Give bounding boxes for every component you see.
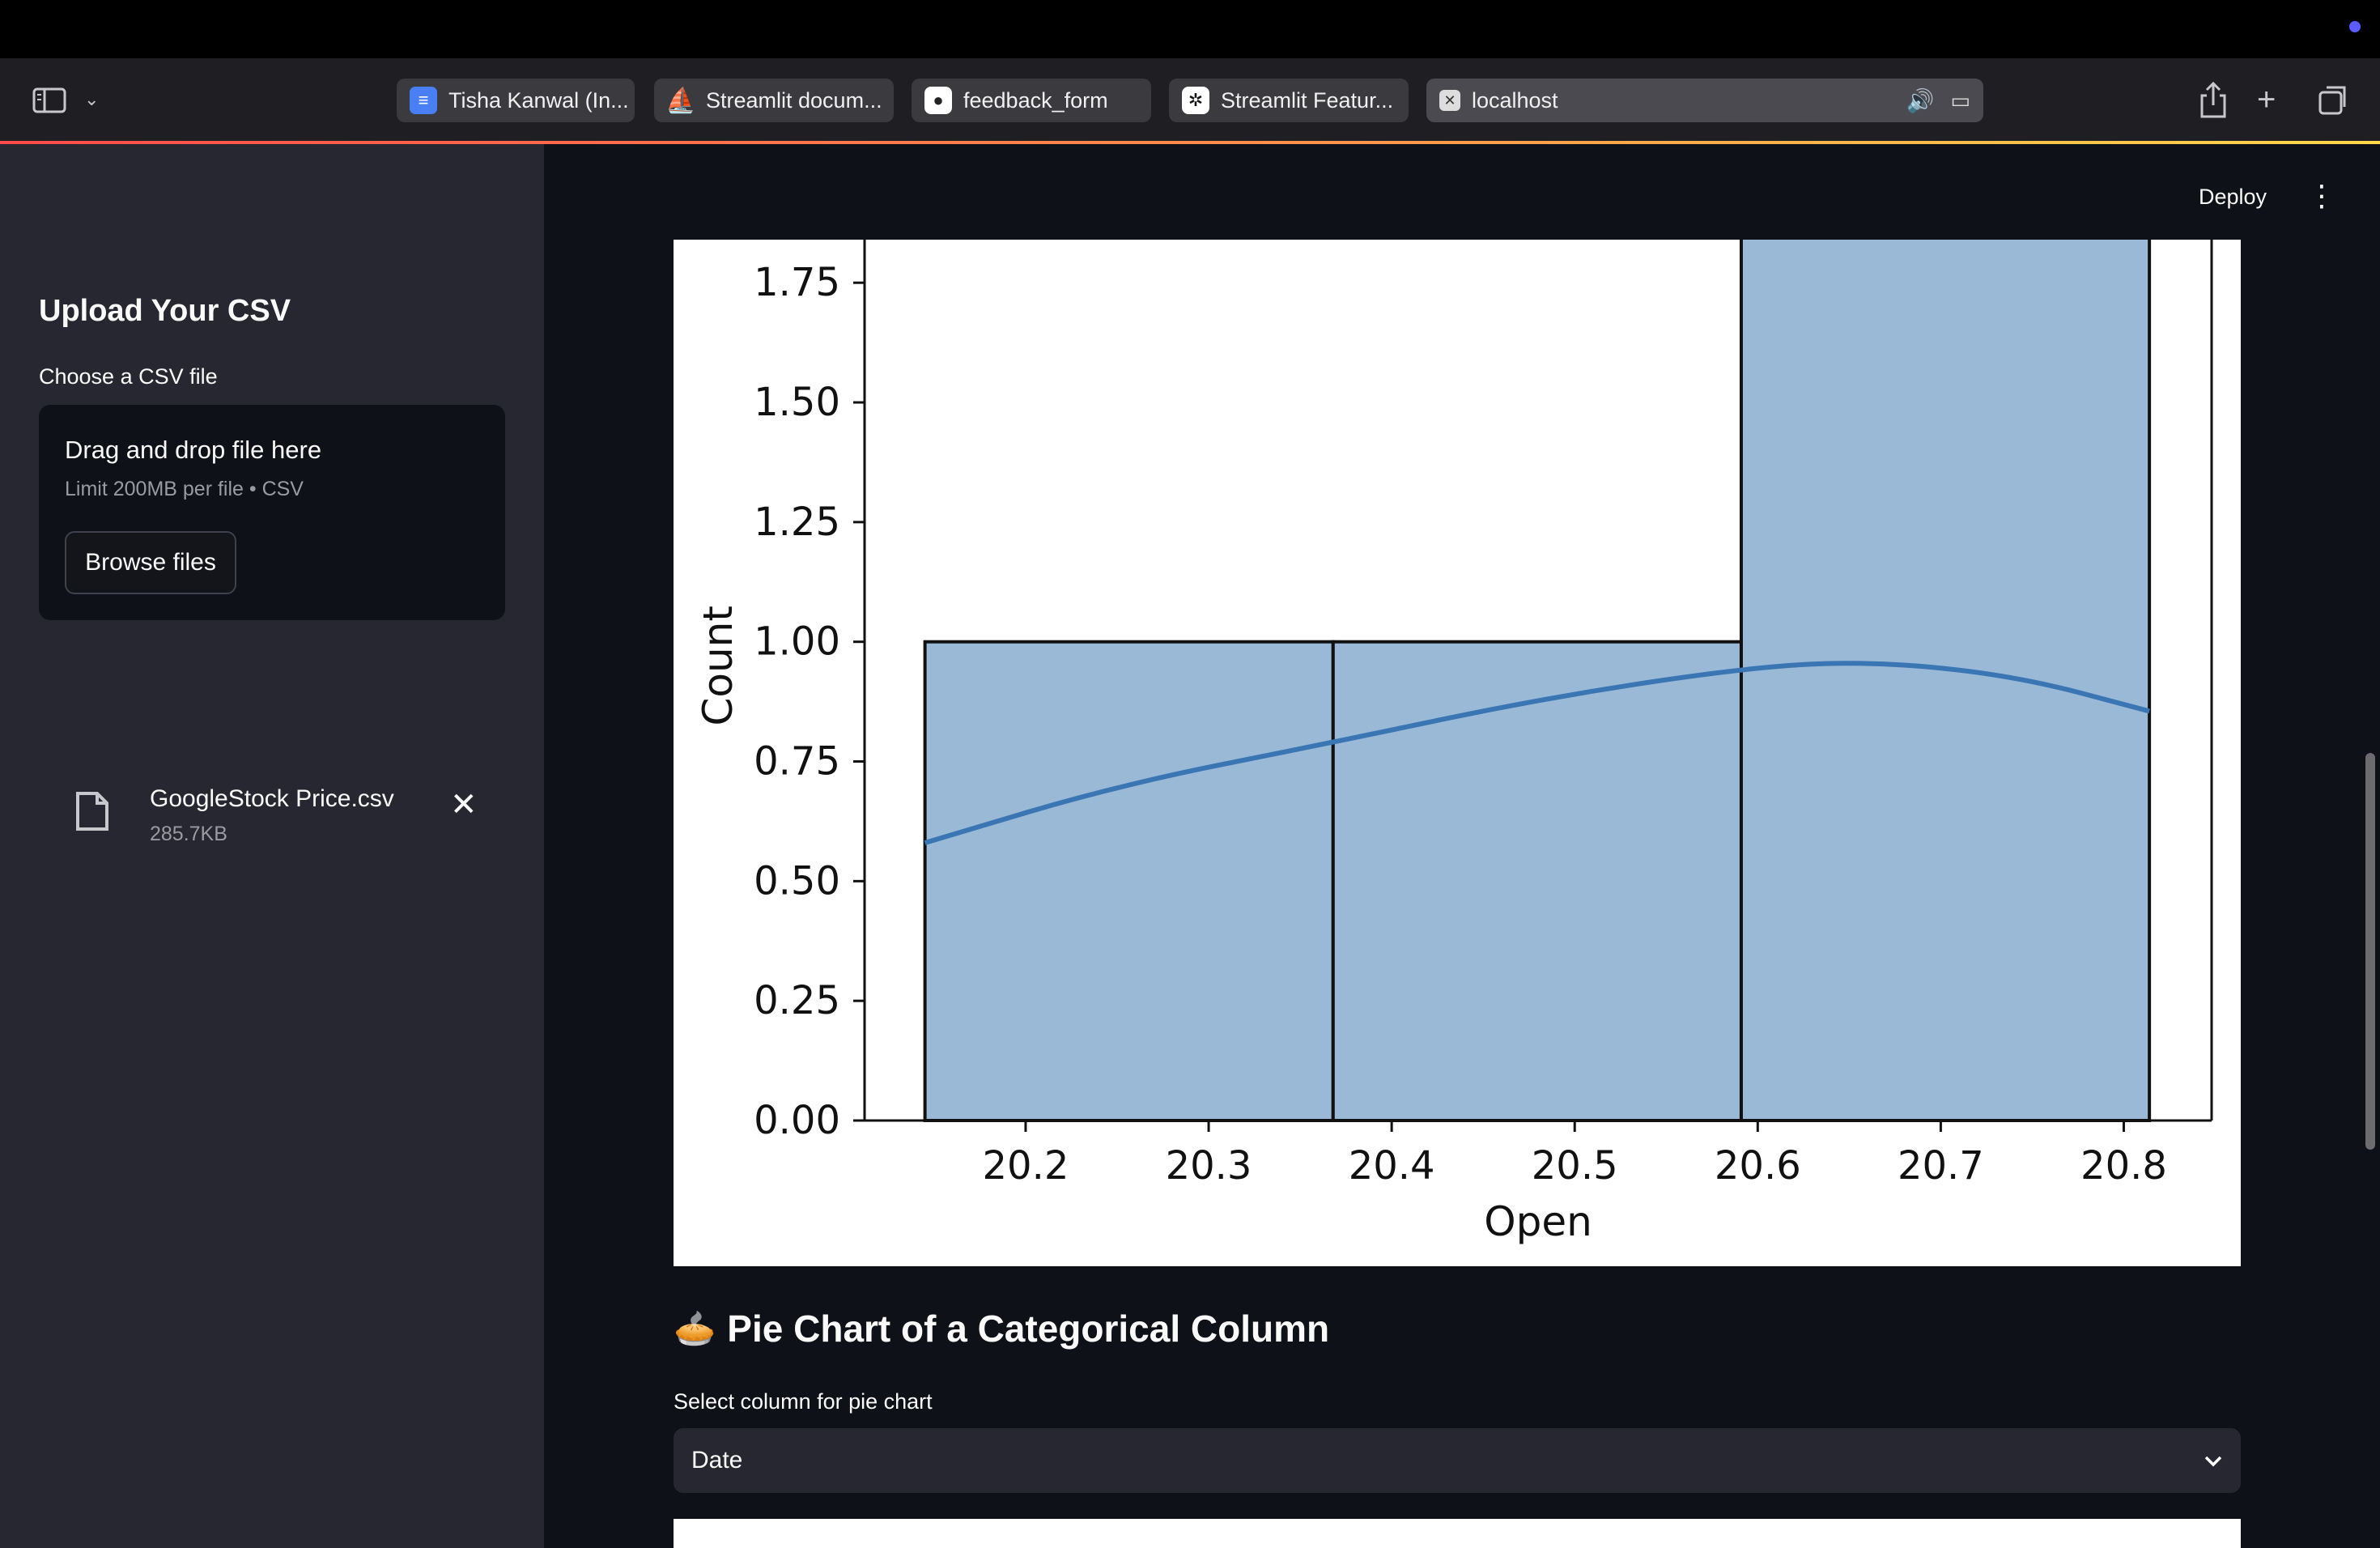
- y-tick-label: 0.00: [754, 1098, 840, 1143]
- pie-heading-text: Pie Chart of a Categorical Column: [727, 1308, 1330, 1350]
- x-tick-label: 20.6: [1715, 1143, 1801, 1189]
- tab-localhost[interactable]: ✕ localhost 🔊 ▭: [1426, 79, 1983, 122]
- share-icon[interactable]: [2199, 79, 2228, 120]
- x-tick-label: 20.8: [2080, 1143, 2167, 1189]
- histogram-svg: 0.00 0.25 0.50 0.75 1.00 1.25 1.50 1.75 20.2 20.3…: [695, 240, 2213, 1245]
- y-tick-label: 0.25: [754, 978, 840, 1023]
- x-axis-label: Open: [1484, 1198, 1592, 1245]
- tab-label: localhost: [1472, 87, 1558, 113]
- select-value: Date: [691, 1447, 743, 1474]
- sidebar: Upload Your CSV Choose a CSV file Drag a…: [0, 144, 544, 1548]
- tab-label: Tisha Kanwal (In...: [448, 87, 629, 113]
- tab-label: Streamlit Featur...: [1221, 87, 1394, 113]
- localhost-icon: ✕: [1439, 90, 1460, 111]
- system-menubar: [0, 0, 2380, 58]
- y-tick-label: 1.50: [754, 380, 840, 425]
- y-axis-label: Count: [695, 606, 742, 726]
- y-tick-label: 0.50: [754, 858, 840, 904]
- github-icon: ●: [924, 87, 952, 114]
- deploy-button[interactable]: Deploy: [2199, 185, 2267, 210]
- tab-google-docs[interactable]: ≡ Tisha Kanwal (In...: [397, 79, 635, 122]
- y-tick-label: 1.75: [754, 260, 840, 305]
- file-name: GoogleStock Price.csv: [150, 785, 394, 812]
- x-tick-label: 20.3: [1166, 1143, 1252, 1189]
- file-icon: [76, 792, 108, 831]
- file-dropzone[interactable]: Drag and drop file here Limit 200MB per …: [39, 405, 505, 620]
- main-menu-icon[interactable]: ⋮: [2307, 180, 2336, 212]
- uploader-label: Choose a CSV file: [39, 364, 218, 389]
- histogram-bar: [1739, 240, 2152, 1122]
- histogram-chart: 0.00 0.25 0.50 0.75 1.00 1.25 1.50 1.75 20.2 20.3…: [674, 240, 2241, 1266]
- status-dot: [2349, 21, 2361, 32]
- page-scrollbar[interactable]: [2365, 753, 2375, 1150]
- uploaded-file: GoogleStock Price.csv 285.7KB ✕: [39, 776, 505, 865]
- cast-icon[interactable]: ▭: [1950, 88, 1970, 113]
- tab-label: feedback_form: [963, 87, 1108, 113]
- tab-label: Streamlit docum...: [706, 87, 882, 113]
- sidebar-title: Upload Your CSV: [39, 294, 291, 328]
- histogram-bar: [923, 640, 1335, 1122]
- y-tick-label: 0.75: [754, 739, 840, 785]
- y-tick-label: 1.25: [754, 500, 840, 545]
- tab-overview-icon[interactable]: [2317, 79, 2349, 120]
- chatgpt-icon: ✲: [1182, 87, 1209, 114]
- new-tab-icon[interactable]: +: [2257, 79, 2276, 120]
- x-tick-label: 20.5: [1532, 1143, 1618, 1189]
- google-docs-icon: ≡: [410, 87, 437, 114]
- tab-feedback-form[interactable]: ● feedback_form: [912, 79, 1151, 122]
- file-size: 285.7KB: [150, 823, 227, 845]
- chevron-down-icon: [2204, 1448, 2223, 1474]
- chevron-down-icon[interactable]: ⌄: [84, 79, 99, 120]
- y-tick-label: 1.00: [754, 619, 840, 665]
- streamlit-icon: ⛵: [665, 87, 696, 114]
- x-tick-label: 20.2: [983, 1143, 1069, 1189]
- pie-icon: 🥧: [674, 1308, 716, 1347]
- x-tick-label: 20.7: [1898, 1143, 1984, 1189]
- histogram-bar: [1331, 640, 1743, 1122]
- sidebar-toggle-icon[interactable]: [32, 79, 66, 120]
- x-tick-label: 20.4: [1349, 1143, 1435, 1189]
- pie-chart-card: [674, 1519, 2241, 1548]
- dropzone-limit: Limit 200MB per file • CSV: [65, 478, 304, 500]
- tab-streamlit-docs[interactable]: ⛵ Streamlit docum...: [654, 79, 894, 122]
- pie-select-label: Select column for pie chart: [674, 1389, 933, 1414]
- close-icon[interactable]: ✕: [450, 787, 478, 823]
- browser-window: ⌄ ≡ Tisha Kanwal (In... ⛵ Streamlit docu…: [0, 0, 2380, 1548]
- pie-section-heading: 🥧 Pie Chart of a Categorical Column: [674, 1307, 1329, 1350]
- dropzone-title: Drag and drop file here: [65, 436, 322, 464]
- browse-files-button[interactable]: Browse files: [65, 531, 236, 594]
- pie-column-select[interactable]: Date: [674, 1428, 2241, 1493]
- speaker-icon[interactable]: 🔊: [1906, 87, 1935, 114]
- tab-streamlit-features[interactable]: ✲ Streamlit Featur...: [1169, 79, 1409, 122]
